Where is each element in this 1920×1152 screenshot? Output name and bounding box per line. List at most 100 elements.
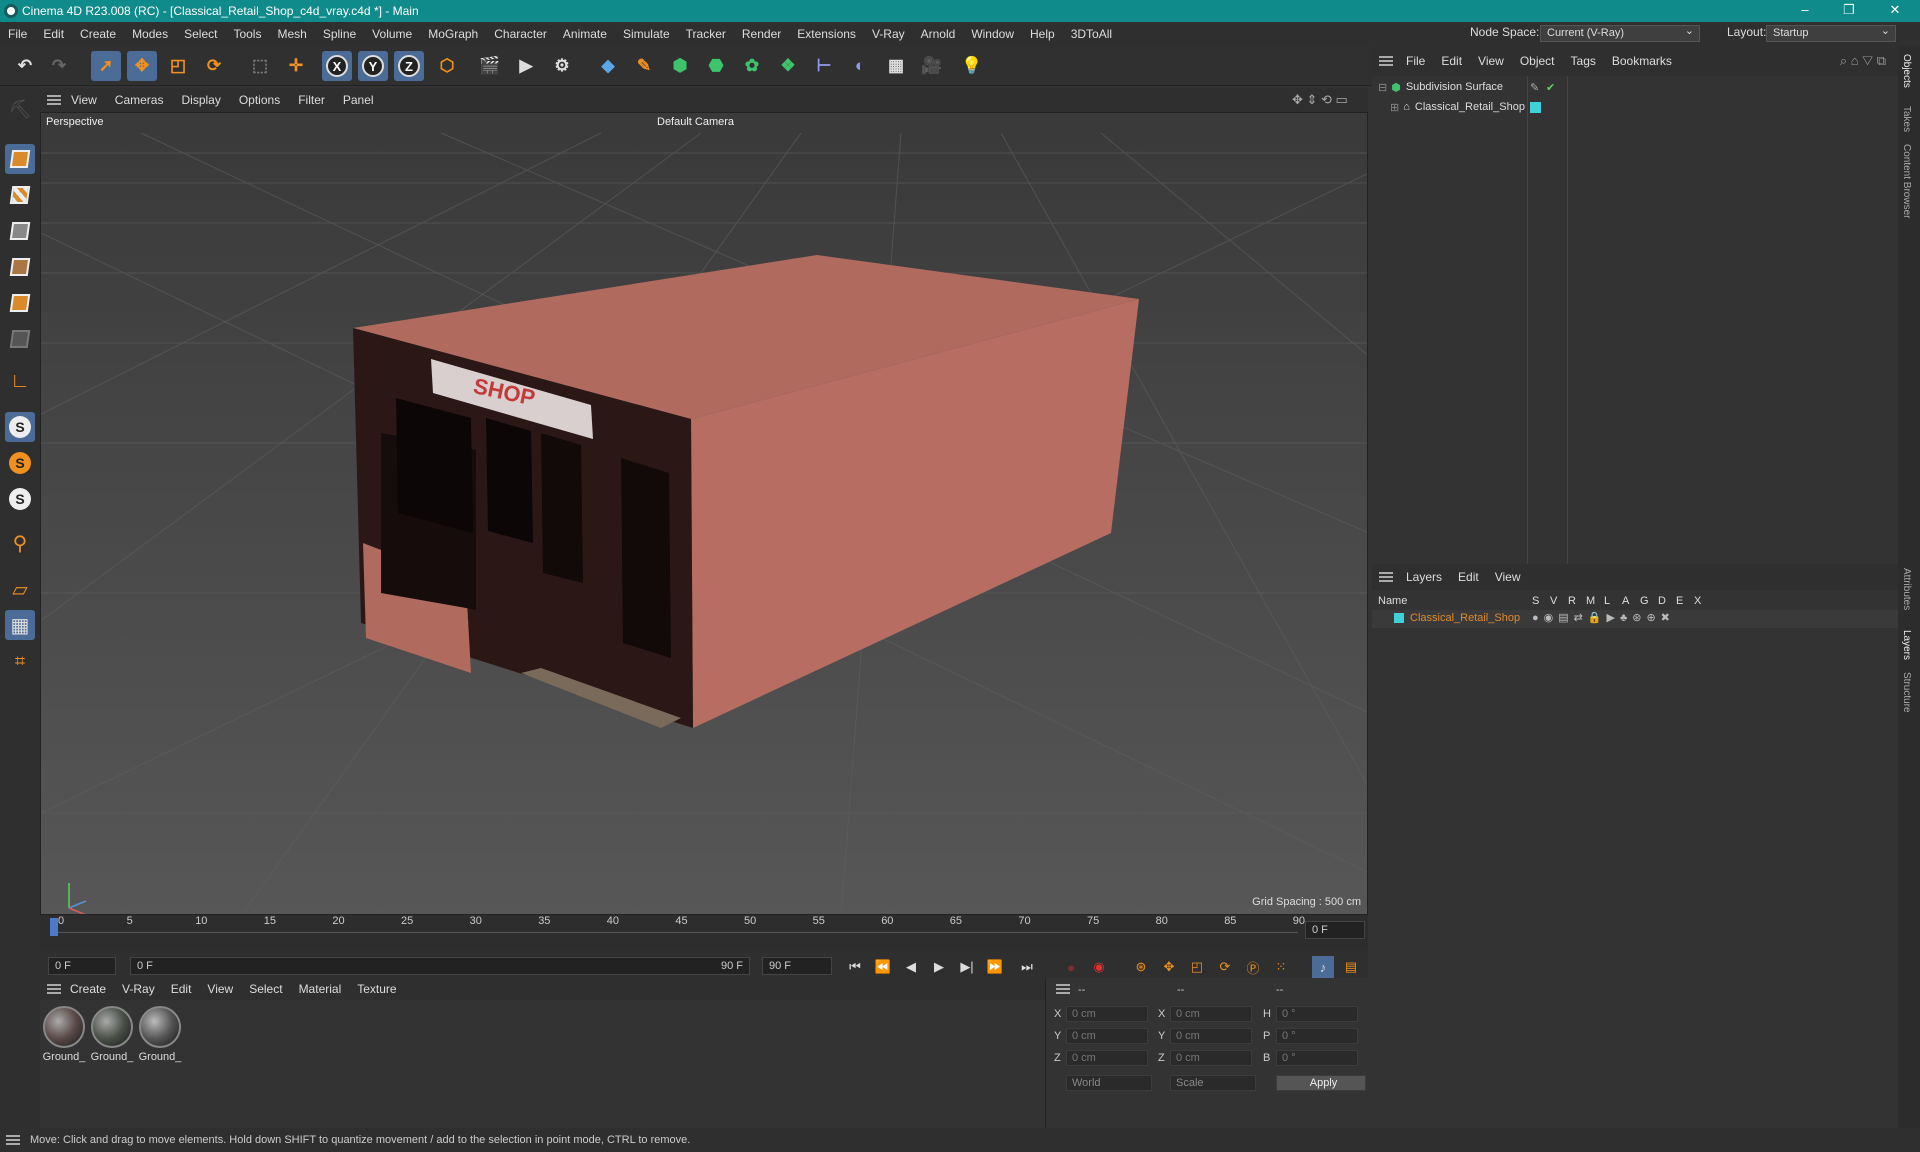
object-menu-tags[interactable]: Tags [1563, 54, 1604, 68]
tab-objects[interactable]: Objects [1901, 54, 1912, 88]
coordinate-space-select[interactable]: World [1066, 1075, 1152, 1091]
tab-content-browser[interactable]: Content Browser [1901, 144, 1912, 218]
menu-animate[interactable]: Animate [555, 27, 615, 41]
size-z-field[interactable]: 0 cm [1170, 1050, 1252, 1066]
make-editable-icon[interactable]: ⛏ [5, 94, 35, 124]
minimize-button[interactable]: – [1782, 0, 1828, 22]
subdivision-icon[interactable]: ⬢ [665, 51, 695, 81]
menu-mesh[interactable]: Mesh [269, 27, 314, 41]
rot-h-field[interactable]: 0 ° [1276, 1006, 1358, 1022]
menu-volume[interactable]: Volume [364, 27, 420, 41]
apply-button[interactable]: Apply [1276, 1075, 1366, 1091]
material-swatch[interactable]: Ground_ [138, 1006, 182, 1063]
playhead[interactable] [50, 918, 58, 936]
undo-icon[interactable]: ↶ [10, 51, 40, 81]
key-parameter-icon[interactable]: Ⓟ [1242, 956, 1264, 978]
texture-mode-icon[interactable] [5, 180, 35, 210]
tab-structure[interactable]: Structure [1901, 672, 1912, 713]
menu-mograph[interactable]: MoGraph [420, 27, 486, 41]
next-frame-icon[interactable]: ▶| [956, 956, 978, 978]
render-picture-viewer-icon[interactable]: ▶ [511, 51, 541, 81]
axis-mode-icon[interactable]: ∟ [5, 366, 35, 396]
perspective-viewport[interactable]: SHOP Perspective Default Camera Grid Spa… [40, 112, 1368, 915]
recent-tool-icon[interactable]: ⬚ [245, 51, 275, 81]
model-mode-icon[interactable] [5, 144, 35, 174]
select-tool-icon[interactable]: ➚ [91, 51, 121, 81]
restore-button[interactable]: ❐ [1826, 0, 1872, 22]
menu-spline[interactable]: Spline [315, 27, 364, 41]
preview-range-slider[interactable]: 0 F 90 F [130, 957, 750, 975]
menu-create[interactable]: Create [72, 27, 124, 41]
material-menu-icon[interactable] [47, 984, 61, 994]
timeline[interactable]: 0 5 10 15 20 25 30 35 40 45 50 55 60 65 70 75 80 85 90 0 F [40, 915, 1368, 951]
add-tool-icon[interactable]: ✛ [281, 51, 311, 81]
material-menu-material[interactable]: Material [291, 982, 350, 996]
object-row-subdivision[interactable]: ⊟ ⬢ Subdivision Surface ✎ ✔ [1378, 78, 1555, 96]
object-menu-bookmarks[interactable]: Bookmarks [1604, 54, 1680, 68]
tab-layers[interactable]: Layers [1901, 630, 1912, 660]
menu-simulate[interactable]: Simulate [615, 27, 678, 41]
edges-mode-icon[interactable] [5, 252, 35, 282]
layer-row[interactable]: Classical_Retail_Shop ●◉▤⇄🔒▶♣⊛⊕✖ [1372, 610, 1900, 628]
go-to-end-icon[interactable]: ⏭ [1016, 956, 1038, 978]
object-menu-object[interactable]: Object [1512, 54, 1563, 68]
locked-workplane-icon[interactable]: ⌗ [5, 646, 35, 676]
cube-object-icon[interactable]: ◆ [593, 51, 623, 81]
camera-icon[interactable]: 🎥 [917, 51, 947, 81]
menu-file[interactable]: File [0, 27, 35, 41]
cloner-icon[interactable]: ✿ [737, 51, 767, 81]
viewport-menu-filter[interactable]: Filter [289, 93, 334, 107]
quantize-icon[interactable]: S [5, 484, 35, 514]
layer-menu-view[interactable]: View [1487, 570, 1529, 584]
key-scale-icon[interactable]: ◰ [1186, 956, 1208, 978]
extrude-icon[interactable]: ⬣ [701, 51, 731, 81]
autokey-icon[interactable]: ◉ [1088, 956, 1110, 978]
layer-menu-layers[interactable]: Layers [1398, 570, 1450, 584]
pen-spline-icon[interactable]: ✎ [629, 51, 659, 81]
viewport-menu-display[interactable]: Display [172, 93, 229, 107]
menu-character[interactable]: Character [486, 27, 555, 41]
workplane-icon[interactable]: ▱ [5, 574, 35, 604]
layer-toggle-icons[interactable]: ●◉▤⇄🔒▶♣⊛⊕✖ [1532, 611, 1675, 624]
magnet-icon[interactable]: ⚲ [5, 528, 35, 558]
scheme-icon[interactable]: ▤ [1340, 956, 1362, 978]
menu-modes[interactable]: Modes [124, 27, 176, 41]
key-position-icon[interactable]: ✥ [1158, 956, 1180, 978]
key-rotation-icon[interactable]: ⟳ [1214, 956, 1236, 978]
next-key-icon[interactable]: ⏩ [984, 956, 1006, 978]
z-axis-button[interactable]: Z [394, 51, 424, 81]
polygons-mode-icon[interactable] [5, 288, 35, 318]
viewport-menu-view[interactable]: View [62, 93, 106, 107]
record-icon[interactable]: ● [1060, 956, 1082, 978]
menu-render[interactable]: Render [734, 27, 789, 41]
material-menu-view[interactable]: View [199, 982, 241, 996]
menu-edit[interactable]: Edit [35, 27, 72, 41]
status-menu-icon[interactable] [6, 1135, 20, 1145]
material-menu-create[interactable]: Create [62, 982, 114, 996]
object-menu-icon[interactable] [1379, 56, 1393, 66]
current-frame-field[interactable]: 0 F [1305, 921, 1365, 939]
mograph-icon[interactable]: ❖ [773, 51, 803, 81]
viewport-menu-options[interactable]: Options [230, 93, 289, 107]
end-frame-field[interactable]: 90 F [762, 957, 832, 975]
tab-attributes[interactable]: Attributes [1901, 568, 1912, 610]
key-pla-icon[interactable]: ⁙ [1270, 956, 1292, 978]
material-swatch[interactable]: Ground_ [42, 1006, 86, 1063]
light-icon[interactable]: 💡 [957, 51, 987, 81]
previous-frame-icon[interactable]: ◀ [900, 956, 922, 978]
menu-extensions[interactable]: Extensions [789, 27, 864, 41]
play-icon[interactable]: ▶ [928, 956, 950, 978]
redo-icon[interactable]: ↷ [44, 51, 74, 81]
layout-select[interactable]: Startup [1766, 24, 1896, 42]
size-mode-select[interactable]: Scale [1170, 1075, 1256, 1091]
layer-menu-edit[interactable]: Edit [1450, 570, 1487, 584]
material-menu-edit[interactable]: Edit [163, 982, 200, 996]
viewport-menu-panel[interactable]: Panel [334, 93, 383, 107]
object-search-icons[interactable]: ⌕ ⌂ ▽ ⧉ [1840, 53, 1886, 69]
material-menu-vray[interactable]: V-Ray [114, 982, 163, 996]
keyframe-selection-icon[interactable]: ⊛ [1130, 956, 1152, 978]
floor-icon[interactable]: ▦ [881, 51, 911, 81]
menu-tools[interactable]: Tools [225, 27, 269, 41]
object-row-shop[interactable]: ⊞ ⌂ Classical_Retail_Shop [1390, 98, 1541, 116]
material-menu-texture[interactable]: Texture [349, 982, 404, 996]
